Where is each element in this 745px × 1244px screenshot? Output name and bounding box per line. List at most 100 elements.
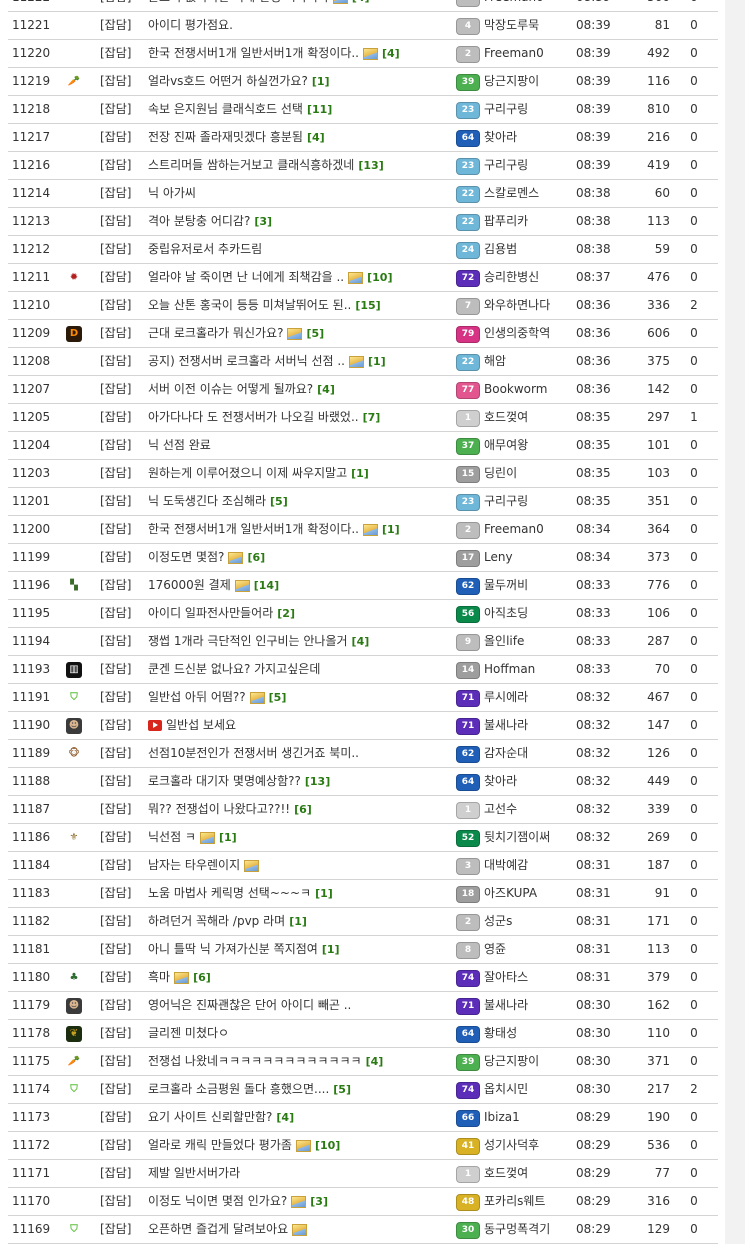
post-title-text[interactable]: 속보 은지원님 클래식호드 선택 bbox=[148, 96, 303, 123]
author-nickname[interactable]: 호드껒여 bbox=[484, 404, 574, 431]
post-title-link[interactable]: 아니 틀딱 닉 가져가신분 쪽지점여 [1] bbox=[148, 936, 454, 963]
post-title-text[interactable]: 선점10분전인가 전쟁서버 생긴거죠 북미.. bbox=[148, 740, 359, 767]
comment-count[interactable]: [1] bbox=[219, 831, 237, 844]
post-title-link[interactable]: 아이디 일파전사만들어라 [2] bbox=[148, 600, 454, 627]
post-title-text[interactable]: 닉 도둑생긴다 조심해라 bbox=[148, 488, 266, 515]
post-title-link[interactable]: 근대 로크홀라가 뭐신가요? [5] bbox=[148, 320, 454, 347]
post-title-link[interactable]: 격아 분탕충 어디감? [3] bbox=[148, 208, 454, 235]
comment-count[interactable]: [5] bbox=[270, 495, 288, 508]
post-title-link[interactable]: 닉 아가씨 bbox=[148, 180, 454, 207]
post-title-link[interactable]: 스트리머들 쌈하는거보고 클래식흥하겠네 [13] bbox=[148, 152, 454, 179]
post-title-link[interactable]: 전쟁섭 나왔네ㅋㅋㅋㅋㅋㅋㅋㅋㅋㅋㅋㅋㅋ [4] bbox=[148, 1048, 454, 1075]
post-title-link[interactable]: 176000원 결제 [14] bbox=[148, 572, 454, 599]
post-title-link[interactable]: 아이디 평가점요. bbox=[148, 12, 454, 39]
post-title-link[interactable]: 얼라로 캐릭 만들었다 평가좀 [10] bbox=[148, 1132, 454, 1159]
post-title-text[interactable]: 이정도면 몇점? bbox=[148, 544, 224, 571]
post-title-text[interactable]: 176000원 결제 bbox=[148, 572, 231, 599]
post-title-text[interactable]: 쟁썹 1개라 극단적인 인구비는 안나올거 bbox=[148, 628, 348, 655]
list-item-post[interactable]: 11190 ☻ [잡담] 일반섭 보세요 71 불새나라 08:32 147 0 bbox=[8, 712, 718, 740]
post-title-text[interactable]: 전쟁섭 나왔네ㅋㅋㅋㅋㅋㅋㅋㅋㅋㅋㅋㅋㅋ bbox=[148, 1048, 362, 1075]
post-title-text[interactable]: 닉 아가씨 bbox=[148, 180, 196, 207]
post-title-text[interactable]: 아이디 일파전사만들어라 bbox=[148, 600, 273, 627]
list-item-post[interactable]: 11210 [잡담] 오늘 산톤 홍국이 등등 미쳐날뛰어도 된.. [15] 7 와우하… bbox=[8, 292, 718, 320]
post-title-link[interactable]: 전장 진짜 졸라재밋겠다 흥분됨 [4] bbox=[148, 124, 454, 151]
author-nickname[interactable]: 물두꺼비 bbox=[484, 572, 574, 599]
author-nickname[interactable]: 감자순대 bbox=[484, 740, 574, 767]
author-nickname[interactable]: Bookworm bbox=[484, 376, 574, 403]
list-item-post[interactable]: 11219 🥕 [잡담] 얼라vs호드 어떤거 하실껀가요? [1] 39 당근지팡이 08:… bbox=[8, 68, 718, 96]
list-item-post[interactable]: 11184 [잡담] 남자는 타우렌이지 3 대박예감 08:31 187 0 bbox=[8, 852, 718, 880]
post-title-text[interactable]: 한국 전쟁서버1개 일반서버1개 확정이다.. bbox=[148, 516, 359, 543]
post-title-link[interactable]: 공지) 전쟁서버 로크홀라 서버닉 선점 .. [1] bbox=[148, 348, 454, 375]
author-nickname[interactable]: 딩린이 bbox=[484, 460, 574, 487]
post-title-text[interactable]: 이정도 닉이면 몇점 인가요? bbox=[148, 1188, 287, 1215]
author-nickname[interactable]: 찾아라 bbox=[484, 124, 574, 151]
list-item-post[interactable]: 11221 [잡담] 아이디 평가점요. 4 막장도루묵 08:39 81 0 bbox=[8, 12, 718, 40]
post-title-text[interactable]: 아이디 평가점요. bbox=[148, 12, 233, 39]
post-title-link[interactable]: 오픈하면 즐겁게 달려보아요 bbox=[148, 1216, 454, 1243]
post-title-link[interactable]: 이정도 닉이면 몇점 인가요? [3] bbox=[148, 1188, 454, 1215]
author-nickname[interactable]: 막장도루묵 bbox=[484, 12, 574, 39]
post-title-link[interactable]: 닉 선점 완료 bbox=[148, 432, 454, 459]
author-nickname[interactable]: 뒷치기잼이써 bbox=[484, 824, 574, 851]
post-title-link[interactable]: 쿤겐 드신분 없나요? 가지고싶은데 bbox=[148, 656, 454, 683]
post-title-link[interactable]: 로크홀라 소금평원 돌다 흥했으면.... [5] bbox=[148, 1076, 454, 1103]
author-nickname[interactable]: 팝푸리카 bbox=[484, 208, 574, 235]
post-title-link[interactable]: 제발 일반서버가라 bbox=[148, 1160, 454, 1187]
post-title-text[interactable]: 얼라로 캐릭 만들었다 평가좀 bbox=[148, 1132, 292, 1159]
comment-count[interactable]: [1] bbox=[368, 355, 386, 368]
post-title-text[interactable]: 원하는게 이루어졌으니 이제 싸우지말고 bbox=[148, 460, 347, 487]
post-title-link[interactable]: 속보 은지원님 클래식호드 선택 [11] bbox=[148, 96, 454, 123]
post-title-link[interactable]: 얼라야 날 죽이면 난 너에게 죄책감을 .. [10] bbox=[148, 264, 454, 291]
comment-count[interactable]: [1] bbox=[289, 915, 307, 928]
list-item-post[interactable]: 11204 [잡담] 닉 선점 완료 37 애무여왕 08:35 101 0 bbox=[8, 432, 718, 460]
author-nickname[interactable]: 성군s bbox=[484, 908, 574, 935]
author-nickname[interactable]: 동구멍폭격기 bbox=[484, 1216, 574, 1243]
post-title-text[interactable]: 오늘 산톤 홍국이 등등 미쳐날뛰어도 된.. bbox=[148, 292, 351, 319]
comment-count[interactable]: [6] bbox=[247, 551, 265, 564]
comment-count[interactable]: [13] bbox=[358, 159, 383, 172]
list-item-post[interactable]: 11216 [잡담] 스트리머들 쌈하는거보고 클래식흥하겠네 [13] 23 구리구링 0… bbox=[8, 152, 718, 180]
author-nickname[interactable]: 아직초딩 bbox=[484, 600, 574, 627]
post-title-text[interactable]: 중립유저로서 추카드림 bbox=[148, 236, 262, 263]
author-nickname[interactable]: 영쥰 bbox=[484, 936, 574, 963]
list-item-post[interactable]: 11193 ▥ [잡담] 쿤겐 드신분 없나요? 가지고싶은데 14 Hoffman 08:… bbox=[8, 656, 718, 684]
list-item-post[interactable]: 11199 [잡담] 이정도면 몇점? [6] 17 Leny 08:34 373 0 bbox=[8, 544, 718, 572]
list-item-post[interactable]: 11195 [잡담] 아이디 일파전사만들어라 [2] 56 아직초딩 08:33 106 0 bbox=[8, 600, 718, 628]
list-item-post[interactable]: 11207 [잡담] 서버 이전 이슈는 어떻게 될까요? [4] 77 Bookworm… bbox=[8, 376, 718, 404]
author-nickname[interactable]: Freeman0 bbox=[484, 40, 574, 67]
list-item-post[interactable]: 11222 [잡담]몬스터 없어지면 이제 전쟁 시작이다 [4] 8 Freeman0… bbox=[8, 0, 718, 12]
list-item-post[interactable]: 11189 🐵 [잡담] 선점10분전인가 전쟁서버 생긴거죠 북미.. 62 감자순대 0… bbox=[8, 740, 718, 768]
author-nickname[interactable]: 당근지팡이 bbox=[484, 68, 574, 95]
post-title-link[interactable]: 노움 마법사 케릭명 선택~~~ㅋ [1] bbox=[148, 880, 454, 907]
list-item-post[interactable]: 11180 ♣ [잡담] 흑마 [6] 74 잘아타스 08:31 379 0 bbox=[8, 964, 718, 992]
post-title-text[interactable]: 영어닉은 진짜괜찮은 단어 아이디 빼곤 .. bbox=[148, 992, 351, 1019]
post-title-text[interactable]: 얼라야 날 죽이면 난 너에게 죄책감을 .. bbox=[148, 264, 344, 291]
post-title-text[interactable]: 서버 이전 이슈는 어떻게 될까요? bbox=[148, 376, 313, 403]
list-item-post[interactable]: 11182 [잡담] 하려던거 꼭해라 /pvp 라며 [1] 2 성군s 08:31 171… bbox=[8, 908, 718, 936]
post-title-text[interactable]: 닉선점 ㅋ bbox=[148, 824, 196, 851]
list-item-post[interactable]: 11173 [잡담] 요기 사이트 신뢰할만함? [4] 66 Ibiza1 08:29 19… bbox=[8, 1104, 718, 1132]
comment-count[interactable]: [6] bbox=[193, 971, 211, 984]
comment-count[interactable]: [4] bbox=[307, 131, 325, 144]
post-title-text[interactable]: 글리젠 미쳤다ㅇ bbox=[148, 1020, 229, 1047]
list-item-post[interactable]: 11209 D [잡담] 근대 로크홀라가 뭐신가요? [5] 79 인생의중학역 08:36… bbox=[8, 320, 718, 348]
list-item-post[interactable]: 11217 [잡담] 전장 진짜 졸라재밋겠다 흥분됨 [4] 64 찾아라 08:39 21… bbox=[8, 124, 718, 152]
post-title-text[interactable]: 뭐?? 전쟁섭이 나왔다고??!! bbox=[148, 796, 290, 823]
post-title-link[interactable]: 하려던거 꼭해라 /pvp 라며 [1] bbox=[148, 908, 454, 935]
author-nickname[interactable]: 아즈KUPA bbox=[484, 880, 574, 907]
post-title-link[interactable]: 몬스터 없어지면 이제 전쟁 시작이다 [4] bbox=[148, 0, 454, 11]
post-title-link[interactable]: 로크홀라 대기자 몇명예상함?? [13] bbox=[148, 768, 454, 795]
author-nickname[interactable]: 인생의중학역 bbox=[484, 320, 574, 347]
post-title-link[interactable]: 흑마 [6] bbox=[148, 964, 454, 991]
list-item-post[interactable]: 11187 [잡담] 뭐?? 전쟁섭이 나왔다고??!! [6] 1 고선수 08:32 33… bbox=[8, 796, 718, 824]
list-item-post[interactable]: 11214 [잡담] 닉 아가씨 22 스칼로멘스 08:38 60 0 bbox=[8, 180, 718, 208]
post-title-text[interactable]: 로크홀라 대기자 몇명예상함?? bbox=[148, 768, 301, 795]
comment-count[interactable]: [10] bbox=[367, 271, 392, 284]
post-title-link[interactable]: 글리젠 미쳤다ㅇ bbox=[148, 1020, 454, 1047]
list-item-post[interactable]: 11208 [잡담] 공지) 전쟁서버 로크홀라 서버닉 선점 .. [1] 22 해암 0… bbox=[8, 348, 718, 376]
list-item-post[interactable]: 11178 ❦ [잡담] 글리젠 미쳤다ㅇ 64 황태성 08:30 110 0 bbox=[8, 1020, 718, 1048]
post-title-link[interactable]: 남자는 타우렌이지 bbox=[148, 852, 454, 879]
author-nickname[interactable]: 고선수 bbox=[484, 796, 574, 823]
author-nickname[interactable]: 포카리s웨트 bbox=[484, 1188, 574, 1215]
